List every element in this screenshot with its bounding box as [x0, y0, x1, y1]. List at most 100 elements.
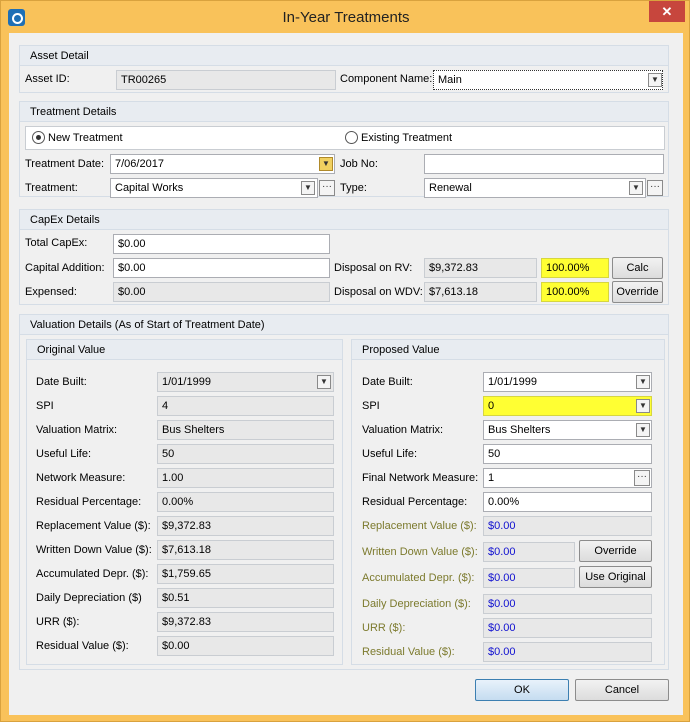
prop-network-label: Final Network Measure:	[362, 472, 479, 484]
use-original-button[interactable]: Use Original	[579, 566, 652, 588]
prop-accum-field: $0.00	[483, 568, 575, 588]
prop-wdv-field: $0.00	[483, 542, 575, 562]
treatment-details-header: Treatment Details	[30, 106, 117, 118]
original-value-header: Original Value	[37, 344, 106, 356]
component-name-select[interactable]: Main	[433, 70, 663, 90]
orig-replacement-label: Replacement Value ($):	[36, 520, 151, 532]
disposal-rv-percent-input[interactable]: 100.00%	[541, 258, 609, 278]
valuation-details-group: Valuation Details (As of Start of Treatm…	[19, 314, 669, 670]
close-button[interactable]: ✕	[649, 1, 685, 22]
orig-daily-field: $0.51	[157, 588, 334, 608]
orig-residual-val-label: Residual Value ($):	[36, 640, 129, 652]
orig-accum-label: Accumulated Depr. ($):	[36, 568, 149, 580]
orig-network-label: Network Measure:	[36, 472, 126, 484]
asset-detail-header: Asset Detail	[30, 50, 89, 62]
prop-network-more-button[interactable]: ···	[634, 470, 650, 486]
capital-addition-input[interactable]: $0.00	[113, 258, 330, 278]
prop-spi-label: SPI	[362, 400, 380, 412]
prop-spi-dropdown-icon[interactable]: ▼	[636, 399, 650, 413]
prop-residual-val-label: Residual Value ($):	[362, 646, 455, 658]
component-name-value: Main	[438, 74, 462, 86]
type-dropdown-icon[interactable]: ▼	[629, 181, 643, 195]
disposal-wdv-percent-input[interactable]: 100.00%	[541, 282, 609, 302]
dialog-window: In-Year Treatments ✕ Asset Detail Asset …	[0, 0, 690, 722]
orig-date-dropdown-icon: ▼	[317, 375, 331, 389]
title-bar[interactable]: In-Year Treatments ✕	[1, 1, 690, 33]
prop-useful-life-label: Useful Life:	[362, 448, 418, 460]
treatment-more-button[interactable]: ···	[319, 180, 335, 196]
existing-treatment-radio[interactable]	[345, 131, 358, 144]
new-treatment-label: New Treatment	[48, 132, 123, 144]
capex-details-header: CapEx Details	[30, 214, 100, 226]
proposed-value-panel: Proposed Value Date Built: 1/01/1999 ▼ S…	[351, 339, 665, 665]
prop-residual-val-field: $0.00	[483, 642, 652, 662]
asset-detail-group: Asset Detail Asset ID: TR00265 Component…	[19, 45, 669, 93]
orig-urr-label: URR ($):	[36, 616, 80, 628]
orig-useful-life-field: 50	[157, 444, 334, 464]
orig-date-built-label: Date Built:	[36, 376, 87, 388]
type-select[interactable]: Renewal	[424, 178, 646, 198]
orig-urr-field: $9,372.83	[157, 612, 334, 632]
treatment-details-group: Treatment Details New Treatment Existing…	[19, 101, 669, 198]
cancel-button[interactable]: Cancel	[575, 679, 669, 701]
orig-residual-pct-label: Residual Percentage:	[36, 496, 142, 508]
treatment-date-field[interactable]: 7/06/2017	[110, 154, 335, 174]
prop-residual-pct-input[interactable]: 0.00%	[483, 492, 652, 512]
valuation-details-header: Valuation Details (As of Start of Treatm…	[30, 319, 265, 331]
capex-details-group: CapEx Details Total CapEx: $0.00 Capital…	[19, 209, 669, 305]
dialog-body: Asset Detail Asset ID: TR00265 Component…	[9, 33, 683, 715]
component-dropdown-icon[interactable]: ▼	[648, 73, 662, 87]
orig-network-field: 1.00	[157, 468, 334, 488]
prop-daily-field: $0.00	[483, 594, 652, 614]
orig-wdv-label: Written Down Value ($):	[36, 544, 152, 556]
disposal-wdv-field: $7,613.18	[424, 282, 537, 302]
treatment-dropdown-icon[interactable]: ▼	[301, 181, 315, 195]
prop-matrix-select[interactable]: Bus Shelters	[483, 420, 652, 440]
orig-replacement-field: $9,372.83	[157, 516, 334, 536]
treatment-select[interactable]: Capital Works	[110, 178, 318, 198]
orig-accum-field: $1,759.65	[157, 564, 334, 584]
calc-button[interactable]: Calc	[612, 257, 663, 279]
prop-matrix-label: Valuation Matrix:	[362, 424, 444, 436]
prop-matrix-dropdown-icon[interactable]: ▼	[636, 423, 650, 437]
proposed-value-header: Proposed Value	[362, 344, 440, 356]
orig-residual-val-field: $0.00	[157, 636, 334, 656]
type-label: Type:	[340, 182, 367, 194]
asset-id-field: TR00265	[116, 70, 336, 90]
orig-spi-field: 4	[157, 396, 334, 416]
capital-addition-label: Capital Addition:	[25, 262, 105, 274]
treatment-label: Treatment:	[25, 182, 78, 194]
orig-matrix-field: Bus Shelters	[157, 420, 334, 440]
orig-date-built-field: 1/01/1999	[157, 372, 334, 392]
prop-daily-label: Daily Depreciation ($):	[362, 598, 471, 610]
job-no-label: Job No:	[340, 158, 378, 170]
prop-replacement-label: Replacement Value ($):	[362, 520, 477, 532]
existing-treatment-label: Existing Treatment	[361, 132, 453, 144]
prop-date-built-field[interactable]: 1/01/1999	[483, 372, 652, 392]
prop-residual-pct-label: Residual Percentage:	[362, 496, 468, 508]
disposal-wdv-label: Disposal on WDV:	[334, 286, 423, 298]
disposal-rv-field: $9,372.83	[424, 258, 537, 278]
prop-useful-life-input[interactable]: 50	[483, 444, 652, 464]
prop-replacement-field: $0.00	[483, 516, 652, 536]
total-capex-input[interactable]: $0.00	[113, 234, 330, 254]
date-picker-icon[interactable]: ▼	[319, 157, 333, 171]
override-capex-button[interactable]: Override	[612, 281, 663, 303]
ok-button[interactable]: OK	[475, 679, 569, 701]
original-value-panel: Original Value Date Built: 1/01/1999 ▼ S…	[26, 339, 343, 665]
orig-spi-label: SPI	[36, 400, 54, 412]
new-treatment-radio[interactable]	[32, 131, 45, 144]
prop-spi-select[interactable]: 0	[483, 396, 652, 416]
window-title: In-Year Treatments	[282, 9, 410, 26]
prop-network-input[interactable]: 1	[483, 468, 652, 488]
prop-urr-label: URR ($):	[362, 622, 406, 634]
treatment-date-label: Treatment Date:	[25, 158, 105, 170]
prop-date-dropdown-icon[interactable]: ▼	[636, 375, 650, 389]
orig-useful-life-label: Useful Life:	[36, 448, 92, 460]
type-more-button[interactable]: ···	[647, 180, 663, 196]
prop-accum-label: Accumulated Depr. ($):	[362, 572, 475, 584]
job-no-input[interactable]	[424, 154, 664, 174]
component-name-label: Component Name:	[340, 73, 433, 85]
prop-wdv-label: Written Down Value ($):	[362, 546, 478, 558]
prop-override-button[interactable]: Override	[579, 540, 652, 562]
